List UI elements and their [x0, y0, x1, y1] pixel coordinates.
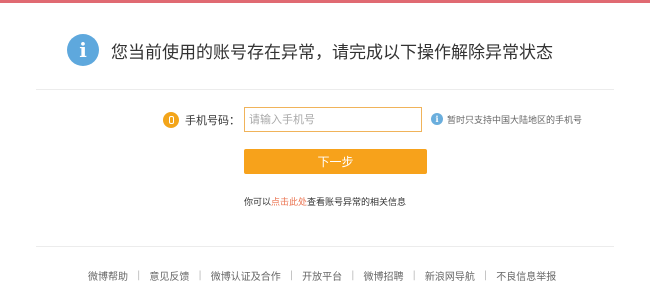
- phone-label: 手机号码：: [185, 114, 240, 127]
- help-suffix: 查看账号异常的相关信息: [307, 198, 407, 208]
- phone-field-row: 手机号码：: [163, 107, 240, 133]
- footer-links: 微博帮助 | 意见反馈 | 微博认证及合作 | 开放平台 | 微博招聘 | 新浪…: [88, 268, 556, 283]
- next-step-button[interactable]: 下一步: [244, 149, 427, 174]
- footer-divider: [36, 246, 614, 247]
- phone-tip: i 暂时只支持中国大陆地区的手机号: [431, 112, 582, 126]
- footer-separator: |: [483, 270, 488, 281]
- footer-separator: |: [289, 270, 294, 281]
- footer-link-help[interactable]: 微博帮助: [88, 268, 128, 283]
- footer-separator: |: [412, 270, 416, 281]
- footer-link-sina-nav[interactable]: 新浪网导航: [425, 268, 475, 283]
- help-line: 你可以点击此处查看账号异常的相关信息: [0, 195, 650, 208]
- top-border: [0, 0, 650, 3]
- footer-separator: |: [351, 270, 355, 281]
- footer-link-open-platform[interactable]: 开放平台: [302, 268, 342, 283]
- phone-tip-text: 暂时只支持中国大陆地区的手机号: [447, 115, 583, 126]
- info-icon: i: [431, 113, 443, 125]
- phone-icon: [163, 112, 179, 128]
- footer-separator: |: [137, 270, 141, 281]
- footer-link-report[interactable]: 不良信息举报: [496, 268, 556, 283]
- warning-notice: i 您当前使用的账号存在异常，请完成以下操作解除异常状态: [67, 32, 553, 68]
- notice-text: 您当前使用的账号存在异常，请完成以下操作解除异常状态: [111, 42, 553, 63]
- footer-link-feedback[interactable]: 意见反馈: [149, 268, 189, 283]
- phone-input[interactable]: [244, 107, 422, 132]
- divider: [36, 89, 614, 90]
- help-link[interactable]: 点击此处: [271, 198, 307, 208]
- footer-link-jobs[interactable]: 微博招聘: [364, 268, 404, 283]
- footer-link-verification[interactable]: 微博认证及合作: [211, 268, 281, 283]
- info-icon: i: [67, 34, 99, 66]
- help-prefix: 你可以: [243, 198, 271, 208]
- footer-separator: |: [198, 270, 202, 281]
